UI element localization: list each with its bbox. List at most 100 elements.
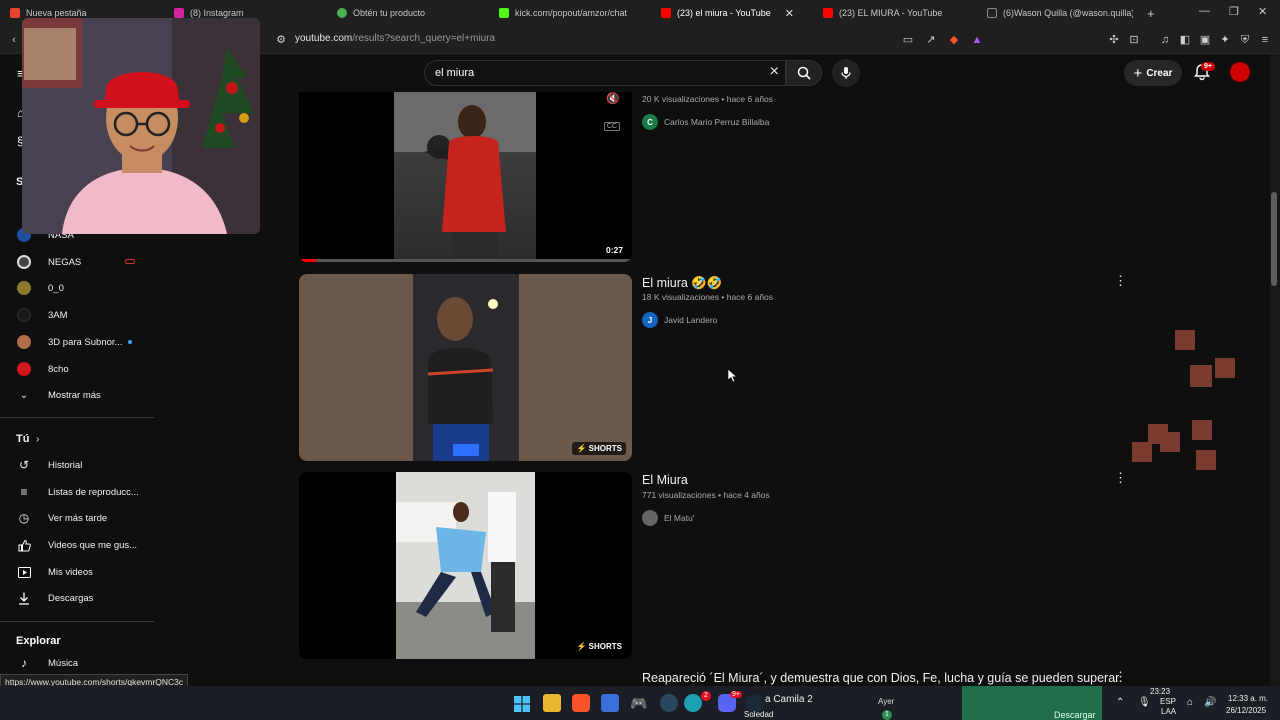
video-thumbnail[interactable]: ⚡ SHORTS (299, 472, 632, 659)
url-field[interactable]: youtube.com/results?search_query=el+miur… (295, 33, 495, 44)
maximize-button[interactable]: ❐ (1229, 5, 1239, 18)
sidebar-item-label: Ver más tarde (48, 512, 108, 524)
microphone-tray-icon[interactable]: 🎙 (1138, 697, 1151, 708)
brave-rewards-icon[interactable]: ▲ (971, 34, 983, 46)
mouse-cursor-icon (728, 369, 738, 383)
captions-icon[interactable]: CC (603, 122, 620, 131)
sidebar-item-downloads[interactable]: Descargas (0, 585, 154, 611)
view-count: 18 K visualizaciones (642, 292, 720, 302)
vpn-icon[interactable]: ⛨ (1239, 34, 1251, 46)
brave-browser-icon[interactable] (572, 694, 590, 712)
site-settings-icon[interactable]: ⚙ (275, 34, 287, 46)
tab-el-miura-youtube-2[interactable]: (23) EL MIURA - YouTube (823, 0, 973, 26)
wallet-icon[interactable]: ▣ (1199, 34, 1211, 46)
channel-avatar (17, 255, 31, 269)
page-scrollbar-thumb[interactable] (1271, 192, 1277, 286)
media-title[interactable]: a Camila 2 (765, 694, 813, 705)
sidebar-item-label: Descargas (48, 592, 94, 604)
download-button[interactable]: Descargar (962, 686, 1102, 720)
leo-ai-icon[interactable]: ✦ (1219, 34, 1231, 46)
tab-tiktok[interactable]: (6)Wason Quilla (@wason.quilla) | Ti (987, 0, 1133, 26)
channel-name: Javid Landero (664, 315, 718, 325)
video-title[interactable]: El Miura (642, 473, 688, 487)
sidebar-item-liked-videos[interactable]: Videos que me gus... (0, 532, 154, 558)
screenshot-icon[interactable]: ⊡ (1128, 34, 1140, 46)
tab-product[interactable]: Obtén tu producto (337, 0, 487, 26)
sidebar-channel-negas[interactable]: NEGAS (0, 249, 154, 275)
more-actions-icon[interactable]: ⋮ (1114, 274, 1127, 287)
clock-time[interactable]: 12:33 a. m. (1228, 694, 1268, 703)
brave-shields-icon[interactable]: ◆ (948, 34, 960, 46)
tab-label: (6)Wason Quilla (@wason.quilla) | Ti (1003, 8, 1133, 18)
account-avatar[interactable] (1230, 62, 1250, 82)
search-box[interactable]: el miura × (424, 60, 786, 86)
tab-el-miura-youtube[interactable]: (23) el miura - YouTube ✕ (661, 0, 811, 26)
sidebar-toggle-icon[interactable]: ◧ (1179, 34, 1191, 46)
video-title[interactable]: Reapareció ´El Miura´, y demuestra que c… (642, 671, 1119, 685)
network-icon[interactable]: ⌂ (1187, 697, 1193, 708)
more-actions-icon[interactable]: ⋮ (1114, 471, 1127, 484)
sidebar-item-label: Música (48, 657, 79, 669)
history-icon: ↺ (18, 458, 30, 472)
channel-link[interactable]: J Javid Landero (642, 312, 717, 328)
video-thumbnail[interactable]: 🔇 CC 0:27 (299, 92, 632, 262)
microsoft-store-icon[interactable] (601, 694, 619, 712)
video-title[interactable]: El miura 🤣🤣 (642, 276, 722, 291)
new-tab-button[interactable]: + (1147, 6, 1155, 21)
search-button[interactable] (786, 60, 822, 86)
share-icon[interactable]: ↗ (925, 34, 937, 46)
sidebar-channel-3am[interactable]: 3AM (0, 302, 154, 328)
extensions-icon[interactable]: ✣ (1108, 34, 1120, 46)
cast-icon[interactable]: ▭ (902, 34, 914, 46)
voice-search-button[interactable] (832, 59, 860, 87)
close-window-button[interactable]: ✕ (1258, 5, 1267, 18)
weather-widget[interactable]: Ayer 1 (870, 686, 960, 720)
channel-link[interactable]: El Matu' (642, 510, 694, 526)
browser-app-icon[interactable] (684, 694, 702, 712)
sidebar-item-my-videos[interactable]: Mis videos (0, 559, 154, 585)
steam-icon[interactable] (660, 694, 678, 712)
download-label: Descargar (1054, 710, 1096, 720)
you-section-header[interactable]: Tú › (0, 426, 154, 452)
menu-icon[interactable]: ≡ (1259, 34, 1271, 46)
search-input[interactable]: el miura (435, 67, 474, 79)
sidebar-channel-8cho[interactable]: 8cho (0, 356, 154, 382)
divider (0, 621, 154, 622)
windows-start-icon[interactable] (514, 696, 530, 712)
video-thumbnail[interactable]: ⚡ SHORTS (299, 274, 632, 461)
channel-avatar (17, 308, 31, 322)
tab-kick-chat[interactable]: kick.com/popout/amzor/chat (499, 0, 649, 26)
music-ext-icon[interactable]: ♫ (1159, 34, 1171, 46)
sidebar-item-music[interactable]: ♪ Música (0, 650, 154, 676)
product-icon (337, 8, 347, 18)
you-label: Tú (16, 433, 30, 445)
channel-avatar: C (642, 114, 658, 130)
more-actions-icon[interactable]: ⋮ (1114, 670, 1127, 683)
show-more-button[interactable]: ⌄ Mostrar más (0, 382, 154, 408)
page-scrollbar-track[interactable] (1270, 54, 1280, 700)
mute-icon[interactable]: 🔇 (606, 92, 620, 105)
game-controller-icon[interactable]: 🎮 (630, 694, 648, 712)
sidebar-channel-3d-para-subnor[interactable]: 3D para Subnor... (0, 329, 154, 355)
minimize-button[interactable]: — (1199, 5, 1210, 17)
video-meta: 771 visualizaciones • hace 4 años (642, 490, 770, 500)
sidebar-item-playlists[interactable]: ≡ Listas de reproducc... (0, 479, 154, 505)
media-subtitle: Soledad (744, 710, 774, 719)
sidebar-channel-0_0[interactable]: 0_0 (0, 275, 154, 301)
show-hidden-icons[interactable]: ⌃ (1116, 697, 1124, 708)
channel-link[interactable]: C Carlos Mario Perruz Billalba (642, 114, 769, 130)
sidebar-item-history[interactable]: ↺ Historial (0, 452, 154, 478)
sidebar-item-watch-later[interactable]: ◷ Ver más tarde (0, 505, 154, 531)
url-host: youtube.com (295, 33, 353, 44)
shorts-label: SHORTS (588, 444, 622, 453)
volume-icon[interactable]: 🔊 (1204, 697, 1216, 708)
download-icon (17, 591, 31, 605)
back-icon[interactable]: ‹ (8, 34, 20, 46)
instagram-icon (174, 8, 184, 18)
language-top[interactable]: ESP (1160, 697, 1176, 706)
file-explorer-icon[interactable] (543, 694, 561, 712)
shorts-label: SHORTS (588, 642, 622, 651)
clear-search-icon[interactable]: × (770, 63, 779, 81)
create-button[interactable]: + Crear (1124, 60, 1182, 86)
close-tab-icon[interactable]: ✕ (785, 7, 794, 20)
